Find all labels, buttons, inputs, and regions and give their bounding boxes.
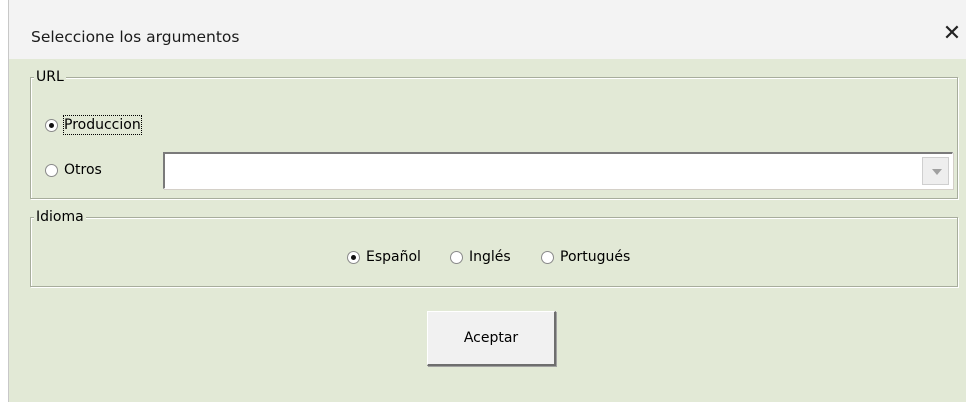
radio-otros-label[interactable]: Otros [64, 161, 102, 179]
dialog-title: Seleccione los argumentos [31, 28, 240, 46]
language-group-label: Idioma [34, 208, 86, 226]
title-bar: Seleccione los argumentos ✕ [9, 0, 966, 59]
close-icon[interactable]: ✕ [937, 17, 966, 51]
radio-produccion-label[interactable]: Produccion [63, 115, 142, 135]
radio-ingles-label[interactable]: Inglés [469, 248, 511, 266]
radio-ingles[interactable] [450, 250, 463, 264]
url-combo-box[interactable] [163, 152, 953, 189]
radio-espanol-label[interactable]: Español [366, 248, 421, 266]
radio-portugues[interactable] [541, 250, 554, 264]
radio-produccion-row[interactable]: Produccion [45, 115, 142, 135]
radio-espanol-row[interactable]: Español [347, 248, 421, 266]
radio-ingles-row[interactable]: Inglés [450, 248, 511, 266]
url-combo-dropdown-button[interactable] [922, 157, 949, 185]
radio-produccion[interactable] [45, 118, 58, 132]
radio-portugues-label[interactable]: Portugués [560, 248, 630, 266]
radio-portugues-row[interactable]: Portugués [541, 248, 630, 266]
dialog-window: Seleccione los argumentos ✕ URL Producci… [8, 0, 966, 402]
radio-otros-row[interactable]: Otros [45, 161, 102, 179]
language-group: Idioma Español Inglés Portugués [30, 208, 958, 287]
url-group-label: URL [34, 68, 66, 86]
radio-espanol[interactable] [347, 250, 360, 264]
chevron-down-icon [932, 169, 942, 175]
url-combo-input[interactable] [167, 156, 927, 184]
accept-button[interactable]: Aceptar [427, 311, 556, 366]
radio-otros[interactable] [45, 163, 58, 177]
dialog-body: URL Produccion Otros Idioma Español Ingl… [9, 59, 966, 402]
